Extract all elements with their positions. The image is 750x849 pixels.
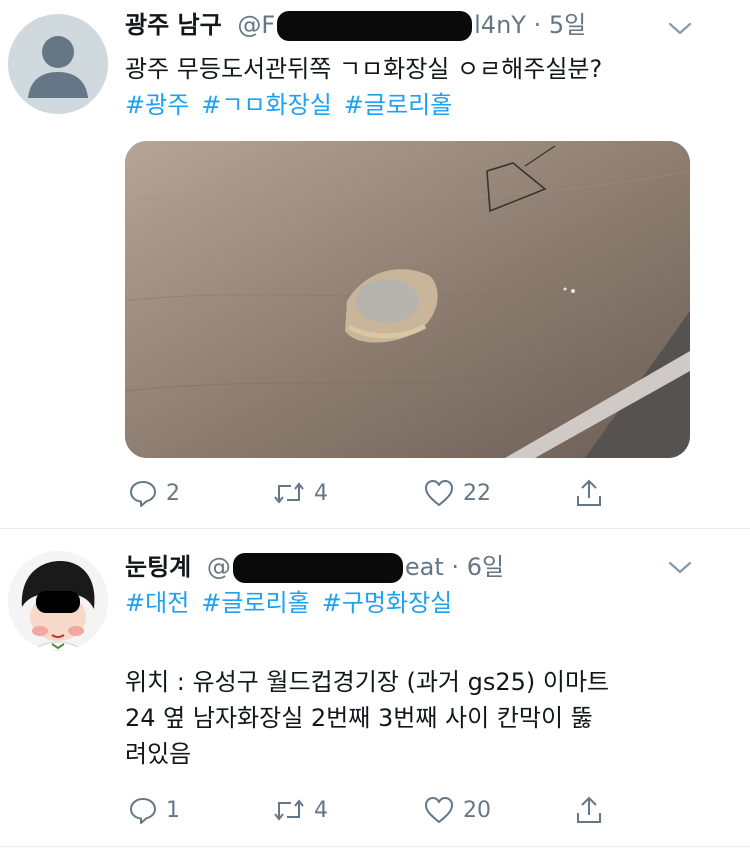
share-icon bbox=[577, 479, 601, 506]
separator-dot: · bbox=[451, 553, 460, 581]
retweet-button[interactable]: 4 bbox=[272, 475, 328, 511]
avatar[interactable] bbox=[8, 14, 108, 114]
avatar[interactable] bbox=[8, 551, 108, 651]
like-count: 20 bbox=[463, 797, 491, 823]
tweet-2[interactable]: 눈팅계 @ eat · 6일 #대전 #글로리홀 #구멍화장실 위치 : 유성구 월드… bbox=[0, 529, 750, 849]
handle[interactable]: @F l4nY bbox=[237, 11, 533, 41]
handle[interactable]: @ eat bbox=[207, 553, 452, 583]
hashtag[interactable]: #광주 bbox=[125, 91, 189, 119]
tweet-header: 눈팅계 @ eat · 6일 bbox=[125, 550, 504, 584]
default-avatar-icon bbox=[28, 36, 88, 98]
redaction-mark bbox=[232, 553, 403, 583]
tweet-text: 광주 무등도서관뒤쪽 ㄱㅁ화장실 ㅇㄹ해주실분? bbox=[125, 55, 603, 83]
like-count: 22 bbox=[463, 480, 491, 506]
retweet-icon bbox=[274, 799, 304, 821]
timestamp[interactable]: 5일 bbox=[549, 11, 586, 39]
share-button[interactable] bbox=[575, 792, 611, 828]
separator-dot: · bbox=[533, 11, 542, 39]
heart-icon bbox=[425, 480, 453, 506]
hashtag-list: #대전 #글로리홀 #구멍화장실 bbox=[125, 586, 464, 620]
reply-icon bbox=[130, 481, 156, 507]
tweet-photo[interactable] bbox=[125, 141, 690, 458]
reply-button[interactable]: 1 bbox=[128, 792, 180, 828]
retweet-count: 4 bbox=[314, 797, 328, 823]
reply-button[interactable]: 2 bbox=[128, 475, 180, 511]
like-button[interactable]: 22 bbox=[423, 475, 491, 511]
redaction-mark bbox=[277, 11, 473, 41]
timestamp[interactable]: 6일 bbox=[467, 553, 504, 581]
divider bbox=[0, 846, 750, 847]
hashtag[interactable]: #ㄱㅁ화장실 bbox=[201, 91, 332, 119]
tweet-1[interactable]: 광주 남구 @F l4nY · 5일 광주 무등도서관뒤쪽 ㄱㅁ화장실 ㅇㄹ해주실… bbox=[0, 0, 750, 528]
retweet-icon bbox=[274, 482, 304, 504]
share-icon bbox=[577, 796, 601, 823]
hashtag[interactable]: #글로리홀 bbox=[344, 91, 452, 119]
chevron-down-icon[interactable] bbox=[668, 561, 692, 575]
hashtag[interactable]: #구멍화장실 bbox=[322, 589, 453, 617]
retweet-count: 4 bbox=[314, 480, 328, 506]
heart-icon bbox=[425, 797, 453, 823]
tweet-header: 광주 남구 @F l4nY · 5일 bbox=[125, 8, 586, 42]
share-button[interactable] bbox=[575, 475, 611, 511]
tweet-actions: 2 4 22 bbox=[125, 475, 625, 511]
like-button[interactable]: 20 bbox=[423, 792, 491, 828]
display-name[interactable]: 광주 남구 bbox=[125, 11, 222, 39]
hashtag[interactable]: #대전 bbox=[125, 589, 189, 617]
photo-content bbox=[125, 141, 690, 458]
hashtag[interactable]: #글로리홀 bbox=[201, 589, 309, 617]
tweet-text: 위치 : 유성구 월드컵경기장 (과거 gs25) 이마트 24 옆 남자화장실… bbox=[125, 668, 610, 768]
reply-count: 2 bbox=[166, 480, 180, 506]
profile-photo bbox=[8, 551, 108, 651]
reply-count: 1 bbox=[166, 797, 180, 823]
display-name[interactable]: 눈팅계 bbox=[125, 553, 191, 581]
retweet-button[interactable]: 4 bbox=[272, 792, 328, 828]
hashtag-list: #광주 #ㄱㅁ화장실 #글로리홀 bbox=[125, 88, 464, 122]
chevron-down-icon[interactable] bbox=[668, 22, 692, 36]
tweet-actions: 1 4 20 bbox=[125, 792, 625, 828]
reply-icon bbox=[130, 798, 156, 824]
